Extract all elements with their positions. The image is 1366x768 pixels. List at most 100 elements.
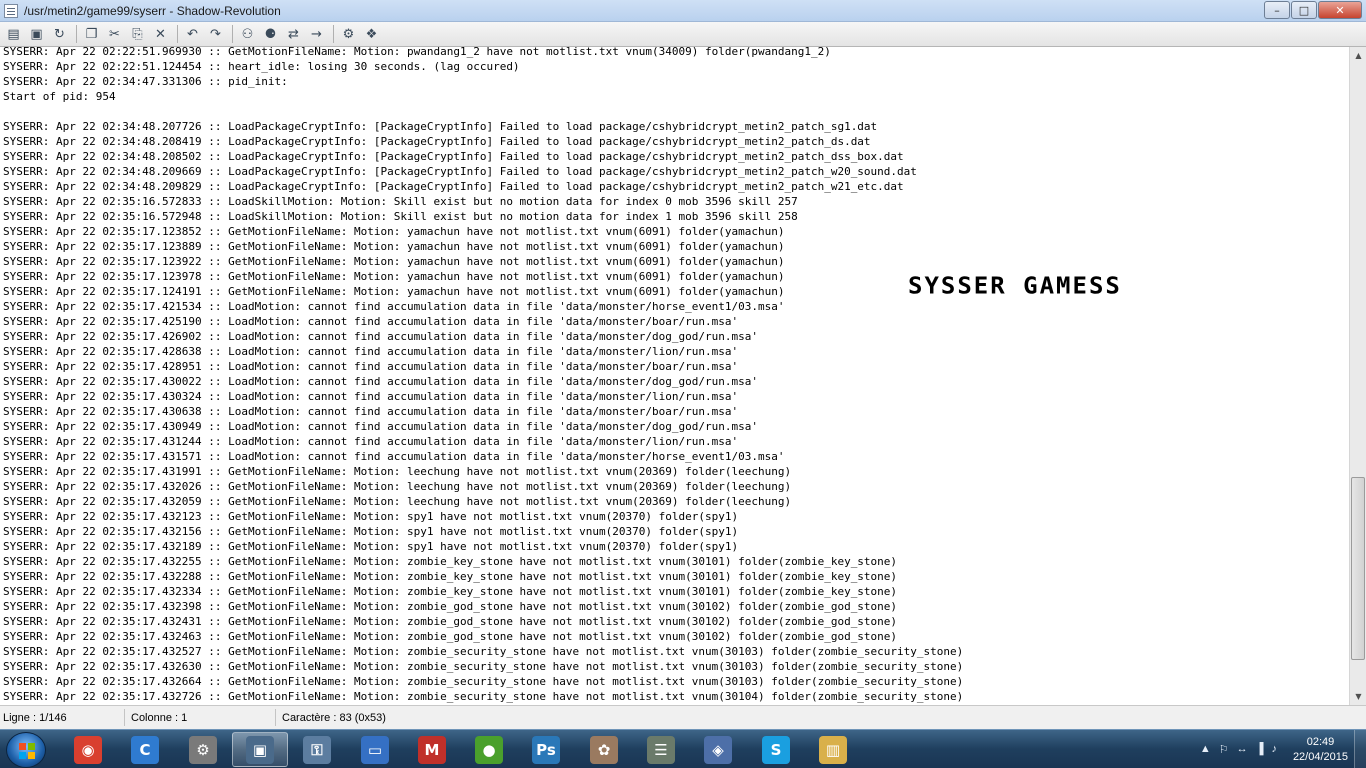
- log-line: SYSERR: Apr 22 02:35:17.430638 :: LoadMo…: [3, 405, 739, 418]
- log-line: SYSERR: Apr 22 02:35:17.432726 :: GetMot…: [3, 690, 964, 703]
- notepad-app-icon: [4, 3, 18, 18]
- settings-icon[interactable]: ⚙: [338, 24, 359, 45]
- taskbar-item-ccleaner[interactable]: C: [117, 732, 173, 767]
- log-line: SYSERR: Apr 22 02:35:17.428951 :: LoadMo…: [3, 360, 739, 373]
- new-file-icon[interactable]: ▤: [3, 24, 24, 45]
- log-line: SYSERR: Apr 22 02:35:17.431571 :: LoadMo…: [3, 450, 785, 463]
- log-line: SYSERR: Apr 22 02:35:17.123852 :: GetMot…: [3, 225, 785, 238]
- system-tray: ▲ ⚐ ↔ ▐ ♪ 02:49 22/04/2015: [1200, 730, 1366, 768]
- taskbar-item-metin2[interactable]: M: [404, 732, 460, 767]
- status-bar: Ligne : 1/146 Colonne : 1 Caractère : 83…: [0, 705, 1366, 729]
- status-character: Caractère : 83 (0x53): [282, 712, 386, 724]
- log-line: SYSERR: Apr 22 02:35:17.432463 :: GetMot…: [3, 630, 898, 643]
- log-line: SYSERR: Apr 22 02:35:17.432156 :: GetMot…: [3, 525, 739, 538]
- vertical-scrollbar[interactable]: ▲ ▼: [1349, 47, 1366, 705]
- log-line: SYSERR: Apr 22 02:35:17.123978 :: GetMot…: [3, 270, 785, 283]
- minimize-button[interactable]: –: [1264, 1, 1290, 19]
- taskbar: ◉ C ⚙ ▣ ⚿ ▭ M ● Ps ✿ ☰ ◈ S ▥ ▲ ⚐ ↔ ▐ ♪ 02:49 22/04/2015: [0, 729, 1366, 768]
- log-line: SYSERR: Apr 22 02:35:17.432189 :: GetMot…: [3, 540, 739, 553]
- redo-icon[interactable]: ↷: [205, 24, 226, 45]
- log-line: SYSERR: Apr 22 02:35:17.428638 :: LoadMo…: [3, 345, 739, 358]
- scroll-down-icon[interactable]: ▼: [1350, 688, 1366, 705]
- toolbar: ▤ ▣ ↻ ❐ ✂ ⎘ ✕ ↶ ↷ ⚇ ⚈ ⇄ → ⚙ ❖: [0, 22, 1366, 47]
- log-line: SYSERR: Apr 22 02:35:17.430949 :: LoadMo…: [3, 420, 758, 433]
- taskbar-item-network-lock[interactable]: ⚿: [289, 732, 345, 767]
- folder-icon: ▥: [819, 735, 847, 764]
- clock-time: 02:49: [1306, 735, 1335, 748]
- log-line: SYSERR: Apr 22 02:35:17.432664 :: GetMot…: [3, 675, 964, 688]
- taskbar-item-frog[interactable]: ●: [461, 732, 517, 767]
- tray-icons: ▲ ⚐ ↔ ▐ ♪: [1200, 743, 1285, 756]
- network-lock-icon: ⚿: [303, 735, 331, 764]
- toolbar-separator: [177, 25, 178, 43]
- replace-icon[interactable]: ⇄: [283, 24, 304, 45]
- scroll-up-icon[interactable]: ▲: [1350, 47, 1366, 64]
- taskbar-item-explorer[interactable]: ▥: [805, 732, 861, 767]
- taskbar-item-virtualbox[interactable]: ◈: [690, 732, 746, 767]
- log-line: SYSERR: Apr 22 02:34:48.209829 :: LoadPa…: [3, 180, 904, 193]
- taskbar-item-skype[interactable]: S: [748, 732, 804, 767]
- status-line: Ligne : 1/146: [3, 712, 67, 724]
- status-column: Colonne : 1: [131, 712, 188, 724]
- photoshop-icon: Ps: [532, 735, 560, 764]
- notepad-icon: ☰: [647, 735, 675, 764]
- log-line: SYSERR: Apr 22 02:35:17.123922 :: GetMot…: [3, 255, 785, 268]
- taskbar-item-window[interactable]: ▭: [347, 732, 403, 767]
- go-to-icon[interactable]: →: [306, 24, 327, 45]
- taskbar-item-task-manager[interactable]: ▣: [232, 732, 288, 767]
- editor-lines: SYSERR: Apr 22 02:22:51.969930 :: GetMot…: [3, 47, 963, 704]
- volume-icon[interactable]: ♪: [1271, 743, 1277, 756]
- log-line: SYSERR: Apr 22 02:35:17.432255 :: GetMot…: [3, 555, 898, 568]
- maximize-button[interactable]: □: [1291, 1, 1317, 19]
- show-desktop-button[interactable]: [1354, 730, 1366, 768]
- undo-icon[interactable]: ↶: [182, 24, 203, 45]
- log-line: SYSERR: Apr 22 02:35:17.432288 :: GetMot…: [3, 570, 898, 583]
- taskbar-item-chrome[interactable]: ◉: [60, 732, 116, 767]
- status-divider: [275, 709, 276, 726]
- toolbar-separator: [333, 25, 334, 43]
- chrome-icon: ◉: [74, 735, 102, 764]
- clock[interactable]: 02:49 22/04/2015: [1293, 735, 1348, 765]
- find-icon[interactable]: ⚇: [237, 24, 258, 45]
- taskbar-item-photoshop[interactable]: Ps: [518, 732, 574, 767]
- log-line: SYSERR: Apr 22 02:35:17.432398 :: GetMot…: [3, 600, 898, 613]
- ccleaner-icon: C: [131, 735, 159, 764]
- log-line: SYSERR: Apr 22 02:34:48.208502 :: LoadPa…: [3, 150, 904, 163]
- log-line: SYSERR: Apr 22 02:35:17.430324 :: LoadMo…: [3, 390, 739, 403]
- paste-icon[interactable]: ⎘: [127, 24, 148, 45]
- reload-icon[interactable]: ↻: [49, 24, 70, 45]
- action-center-icon[interactable]: ⚐: [1219, 743, 1229, 756]
- text-editor[interactable]: SYSERR: Apr 22 02:22:51.969930 :: GetMot…: [0, 47, 1349, 705]
- delete-icon[interactable]: ✕: [150, 24, 171, 45]
- signal-icon[interactable]: ▐: [1256, 743, 1264, 756]
- taskbar-item-notepad[interactable]: ☰: [633, 732, 689, 767]
- network-icon[interactable]: ↔: [1237, 743, 1248, 756]
- log-line: SYSERR: Apr 22 02:22:51.124454 :: heart_…: [3, 60, 520, 73]
- show-hidden-icons-icon[interactable]: ▲: [1200, 743, 1211, 756]
- log-line: SYSERR: Apr 22 02:35:17.124191 :: GetMot…: [3, 285, 785, 298]
- copy-icon[interactable]: ❐: [81, 24, 102, 45]
- scroll-thumb[interactable]: [1351, 477, 1365, 660]
- log-line: SYSERR: Apr 22 02:35:17.432630 :: GetMot…: [3, 660, 964, 673]
- toolbar-separator: [232, 25, 233, 43]
- close-button[interactable]: ✕: [1318, 1, 1362, 19]
- log-line: SYSERR: Apr 22 02:34:47.331306 :: pid_in…: [3, 75, 288, 88]
- taskbar-item-tool[interactable]: ⚙: [175, 732, 231, 767]
- cut-icon[interactable]: ✂: [104, 24, 125, 45]
- metin2-icon: M: [418, 735, 446, 764]
- log-line: SYSERR: Apr 22 02:35:17.426902 :: LoadMo…: [3, 330, 758, 343]
- log-line: SYSERR: Apr 22 02:35:16.572833 :: LoadSk…: [3, 195, 798, 208]
- status-divider: [124, 709, 125, 726]
- log-line: SYSERR: Apr 22 02:35:17.421534 :: LoadMo…: [3, 300, 785, 313]
- taskbar-item-gimp[interactable]: ✿: [576, 732, 632, 767]
- start-button[interactable]: [6, 732, 46, 768]
- log-line: SYSERR: Apr 22 02:35:17.432059 :: GetMot…: [3, 495, 792, 508]
- clock-date: 22/04/2015: [1292, 750, 1348, 763]
- help-book-icon[interactable]: ❖: [361, 24, 382, 45]
- find-next-icon[interactable]: ⚈: [260, 24, 281, 45]
- log-line: SYSERR: Apr 22 02:35:17.431991 :: GetMot…: [3, 465, 792, 478]
- log-line: Start of pid: 954: [3, 90, 116, 103]
- save-icon[interactable]: ▣: [26, 24, 47, 45]
- title-bar[interactable]: /usr/metin2/game99/syserr - Shadow-Revol…: [0, 0, 1366, 22]
- window-title: /usr/metin2/game99/syserr - Shadow-Revol…: [24, 3, 281, 18]
